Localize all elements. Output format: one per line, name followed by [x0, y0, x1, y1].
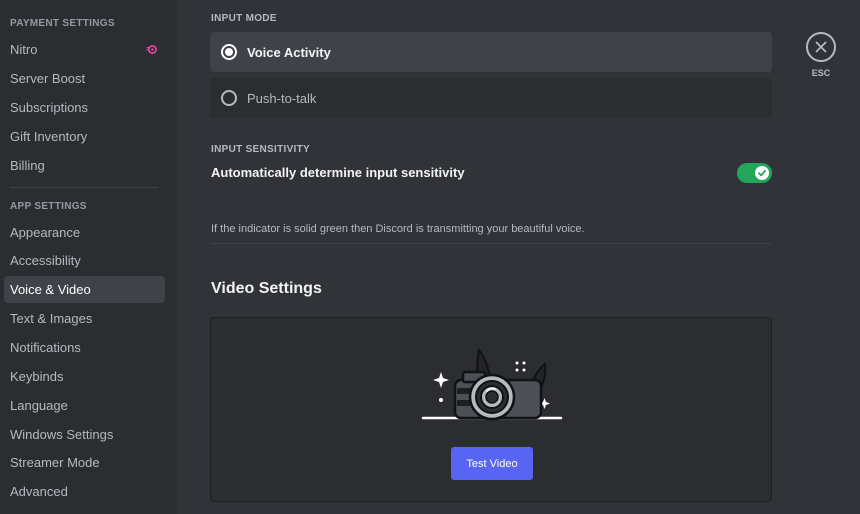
sidebar-item-subscriptions[interactable]: Subscriptions: [4, 94, 165, 121]
sidebar-item-voice-video[interactable]: Voice & Video: [4, 276, 165, 303]
close-button[interactable]: [806, 32, 836, 62]
nitro-icon: [146, 45, 157, 54]
close-settings[interactable]: ESC: [805, 32, 837, 78]
radio-voice-activity[interactable]: Voice Activity: [210, 32, 772, 72]
sidebar-item-streamer-mode[interactable]: Streamer Mode: [4, 449, 165, 476]
test-video-button[interactable]: Test Video: [451, 447, 533, 480]
sidebar-item-language[interactable]: Language: [4, 392, 165, 419]
radio-label: Push-to-talk: [247, 90, 317, 106]
radio-label: Voice Activity: [247, 44, 331, 60]
video-preview-box: Test Video: [210, 317, 772, 502]
esc-label: ESC: [811, 68, 831, 78]
sidebar-item-nitro[interactable]: Nitro: [4, 36, 165, 63]
settings-content: INPUT MODE Voice Activity Push-to-talk I…: [177, 0, 860, 514]
auto-sensitivity-label: Automatically determine input sensitivit…: [211, 165, 465, 180]
radio-unselected-icon: [221, 90, 237, 106]
sidebar-item-notifications[interactable]: Notifications: [4, 334, 165, 361]
checkmark-icon: [758, 169, 766, 177]
sensitivity-hint: If the indicator is solid green then Dis…: [211, 223, 585, 235]
radio-push-to-talk[interactable]: Push-to-talk: [210, 78, 772, 118]
auto-sensitivity-toggle[interactable]: [737, 163, 772, 183]
sidebar-item-accessibility[interactable]: Accessibility: [4, 247, 165, 274]
app-settings-header: APP SETTINGS: [10, 201, 87, 212]
sidebar-item-billing[interactable]: Billing: [4, 152, 165, 179]
sidebar-item-label: Nitro: [10, 42, 38, 57]
sidebar-item-gift-inventory[interactable]: Gift Inventory: [4, 123, 165, 150]
section-divider: [211, 243, 772, 244]
sidebar-item-advanced[interactable]: Advanced: [4, 478, 165, 505]
radio-selected-icon: [221, 44, 237, 60]
sidebar-item-appearance[interactable]: Appearance: [4, 219, 165, 246]
sidebar-item-text-images[interactable]: Text & Images: [4, 305, 165, 332]
video-settings-title: Video Settings: [211, 280, 322, 297]
sidebar-separator: [10, 187, 158, 188]
camera-illustration-icon: [421, 347, 563, 421]
sidebar-item-server-boost[interactable]: Server Boost: [4, 65, 165, 92]
input-mode-header: INPUT MODE: [211, 13, 277, 24]
toggle-knob: [755, 166, 769, 180]
payment-settings-header: PAYMENT SETTINGS: [10, 18, 115, 29]
close-icon: [815, 41, 827, 53]
settings-sidebar: PAYMENT SETTINGS Nitro Server Boost Subs…: [0, 0, 177, 514]
sidebar-item-keybinds[interactable]: Keybinds: [4, 363, 165, 390]
input-sensitivity-header: INPUT SENSITIVITY: [211, 144, 311, 155]
sidebar-item-windows-settings[interactable]: Windows Settings: [4, 421, 165, 448]
